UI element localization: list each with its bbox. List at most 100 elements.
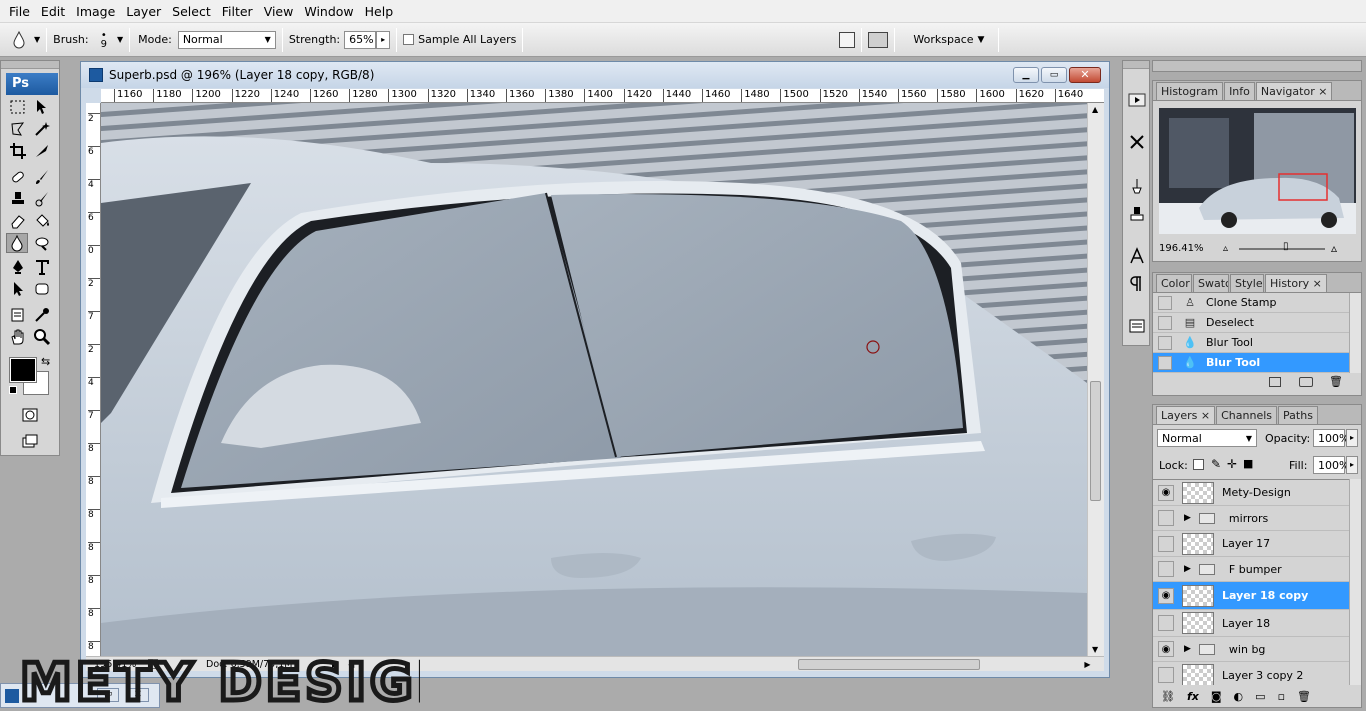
brushes-icon[interactable] [1128,177,1146,195]
menu-window[interactable]: Window [299,4,358,19]
zoom-in-icon[interactable]: ▵ [1331,241,1337,255]
default-colors-icon[interactable] [9,386,17,394]
layer-row[interactable]: ◉ Mety-Design [1153,480,1349,506]
visibility-eye-icon[interactable] [1158,667,1174,683]
lock-position-icon[interactable]: ✛ [1227,457,1237,471]
paint-bucket-icon[interactable] [31,211,53,231]
vertical-scrollbar[interactable]: ▲ ▼ [1087,103,1104,656]
layer-mask-icon[interactable]: ◙ [1211,690,1222,703]
new-document-from-state-icon[interactable] [1269,377,1281,387]
dock-grip[interactable] [1123,61,1149,69]
visibility-eye-icon[interactable]: ◉ [1158,641,1174,657]
panel-column-grip[interactable] [1152,60,1362,72]
layer-row[interactable]: ◉ Layer 18 copy [1153,582,1349,610]
expand-triangle-icon[interactable]: ▶ [1184,564,1191,574]
visibility-eye-icon[interactable] [1158,510,1174,526]
tab-layers[interactable]: Layers × [1156,406,1216,424]
new-layer-icon[interactable]: ▫ [1278,690,1285,703]
pen-tool-icon[interactable] [7,257,29,277]
tool-presets-icon[interactable] [1128,133,1146,151]
swap-colors-icon[interactable]: ⇆ [41,355,50,368]
screen-mode-icon[interactable] [19,431,41,451]
scroll-right-icon[interactable]: ▶ [1084,660,1090,669]
layer-group-row[interactable]: ▶ mirrors [1153,506,1349,531]
fill-input[interactable]: 100% [1313,456,1349,474]
strength-input[interactable]: 65% [344,30,377,49]
close-icon[interactable]: × [1318,85,1327,98]
menu-filter[interactable]: Filter [217,4,258,19]
lock-all-icon[interactable]: ■ [1243,457,1253,470]
menu-select[interactable]: Select [167,4,216,19]
history-brush-icon[interactable] [31,189,53,209]
horizontal-scroll-thumb[interactable] [798,658,981,670]
layer-row[interactable]: Layer 18 [1153,610,1349,637]
menu-edit[interactable]: Edit [36,4,70,19]
layer-group-row[interactable]: ▶ F bumper [1153,557,1349,582]
tab-color[interactable]: Color [1156,274,1192,292]
type-tool-icon[interactable] [31,257,53,277]
magic-wand-icon[interactable] [31,119,53,139]
visibility-eye-icon[interactable]: ◉ [1158,484,1174,501]
tab-swatches[interactable]: Swatc [1193,274,1229,292]
tablet-icon[interactable] [868,31,889,48]
mode-select[interactable]: Normal ▼ [177,30,276,49]
navigator-zoom[interactable]: 196.41% [1159,243,1209,254]
history-item[interactable]: ▤ Deselect [1153,313,1349,333]
scroll-up-icon[interactable]: ▲ [1092,105,1098,114]
history-source-box[interactable] [1158,335,1172,350]
expand-triangle-icon[interactable]: ▶ [1184,644,1191,654]
tab-history[interactable]: History × [1265,274,1327,292]
lock-transparency-icon[interactable] [1193,459,1204,470]
visibility-eye-icon[interactable] [1158,535,1174,552]
history-source-box[interactable] [1158,315,1172,330]
slice-tool-icon[interactable] [31,141,53,161]
sample-all-checkbox[interactable] [403,34,415,45]
brush-picker[interactable]: • 9 [101,30,107,49]
menu-view[interactable]: View [259,4,299,19]
palette-icon[interactable] [839,31,856,48]
zoom-slider-thumb[interactable]: ▯ [1283,241,1289,252]
menu-layer[interactable]: Layer [121,4,166,19]
history-source-box[interactable] [1158,295,1172,310]
dodge-tool-icon[interactable] [31,233,53,253]
path-select-icon[interactable] [7,279,29,299]
lasso-tool-icon[interactable] [7,119,29,139]
fill-slider-button[interactable]: ▸ [1346,456,1358,474]
brush-tool-icon[interactable] [31,167,53,187]
tab-histogram[interactable]: Histogram [1156,82,1224,100]
tab-paths[interactable]: Paths [1278,406,1318,424]
trash-icon[interactable]: 🗑 [1297,690,1311,703]
tool-preset-blur-icon[interactable]: ▼ [8,29,40,51]
menu-image[interactable]: Image [71,4,120,19]
lock-pixels-icon[interactable]: ✎ [1211,457,1221,471]
tab-info[interactable]: Info [1224,82,1255,100]
actions-icon[interactable] [1128,91,1146,109]
adjustment-layer-icon[interactable]: ◐ [1234,690,1244,703]
layer-group-row[interactable]: ◉ ▶ win bg [1153,637,1349,662]
layer-comps-icon[interactable] [1128,317,1146,335]
opacity-slider-button[interactable]: ▸ [1346,429,1358,447]
brush-dropdown-icon[interactable]: ▼ [117,35,123,44]
eraser-tool-icon[interactable] [7,211,29,231]
horizontal-scrollbar-track[interactable] [358,658,1078,670]
maximize-button[interactable]: ▭ [1041,67,1067,83]
tab-channels[interactable]: Channels [1216,406,1278,424]
history-item[interactable]: 💧 Blur Tool [1153,353,1349,373]
navigator-preview[interactable] [1159,108,1356,234]
paragraph-icon[interactable] [1128,275,1146,293]
history-source-box[interactable] [1158,355,1172,370]
tab-navigator[interactable]: Navigator × [1255,82,1333,100]
visibility-eye-icon[interactable] [1158,615,1174,631]
shape-tool-icon[interactable] [31,279,53,299]
new-group-icon[interactable]: ▭ [1255,690,1265,703]
vertical-ruler[interactable]: 2 6 4 6 0 2 7 2 4 7 8 8 8 8 8 8 8 [86,103,101,656]
image-canvas[interactable] [101,103,1087,656]
horizontal-ruler[interactable]: 1160 1180 1200 1220 1240 1260 1280 1300 1320 1340… [101,89,1104,103]
link-layers-icon[interactable]: ⛓ [1161,690,1175,703]
minimize-button[interactable]: ▁ [1013,67,1039,83]
move-tool-icon[interactable] [31,97,53,117]
trash-icon[interactable]: 🗑 [1329,375,1343,388]
close-button[interactable]: ✕ [1069,67,1101,83]
layers-scrollbar[interactable] [1349,479,1361,685]
visibility-eye-icon[interactable] [1158,561,1174,577]
